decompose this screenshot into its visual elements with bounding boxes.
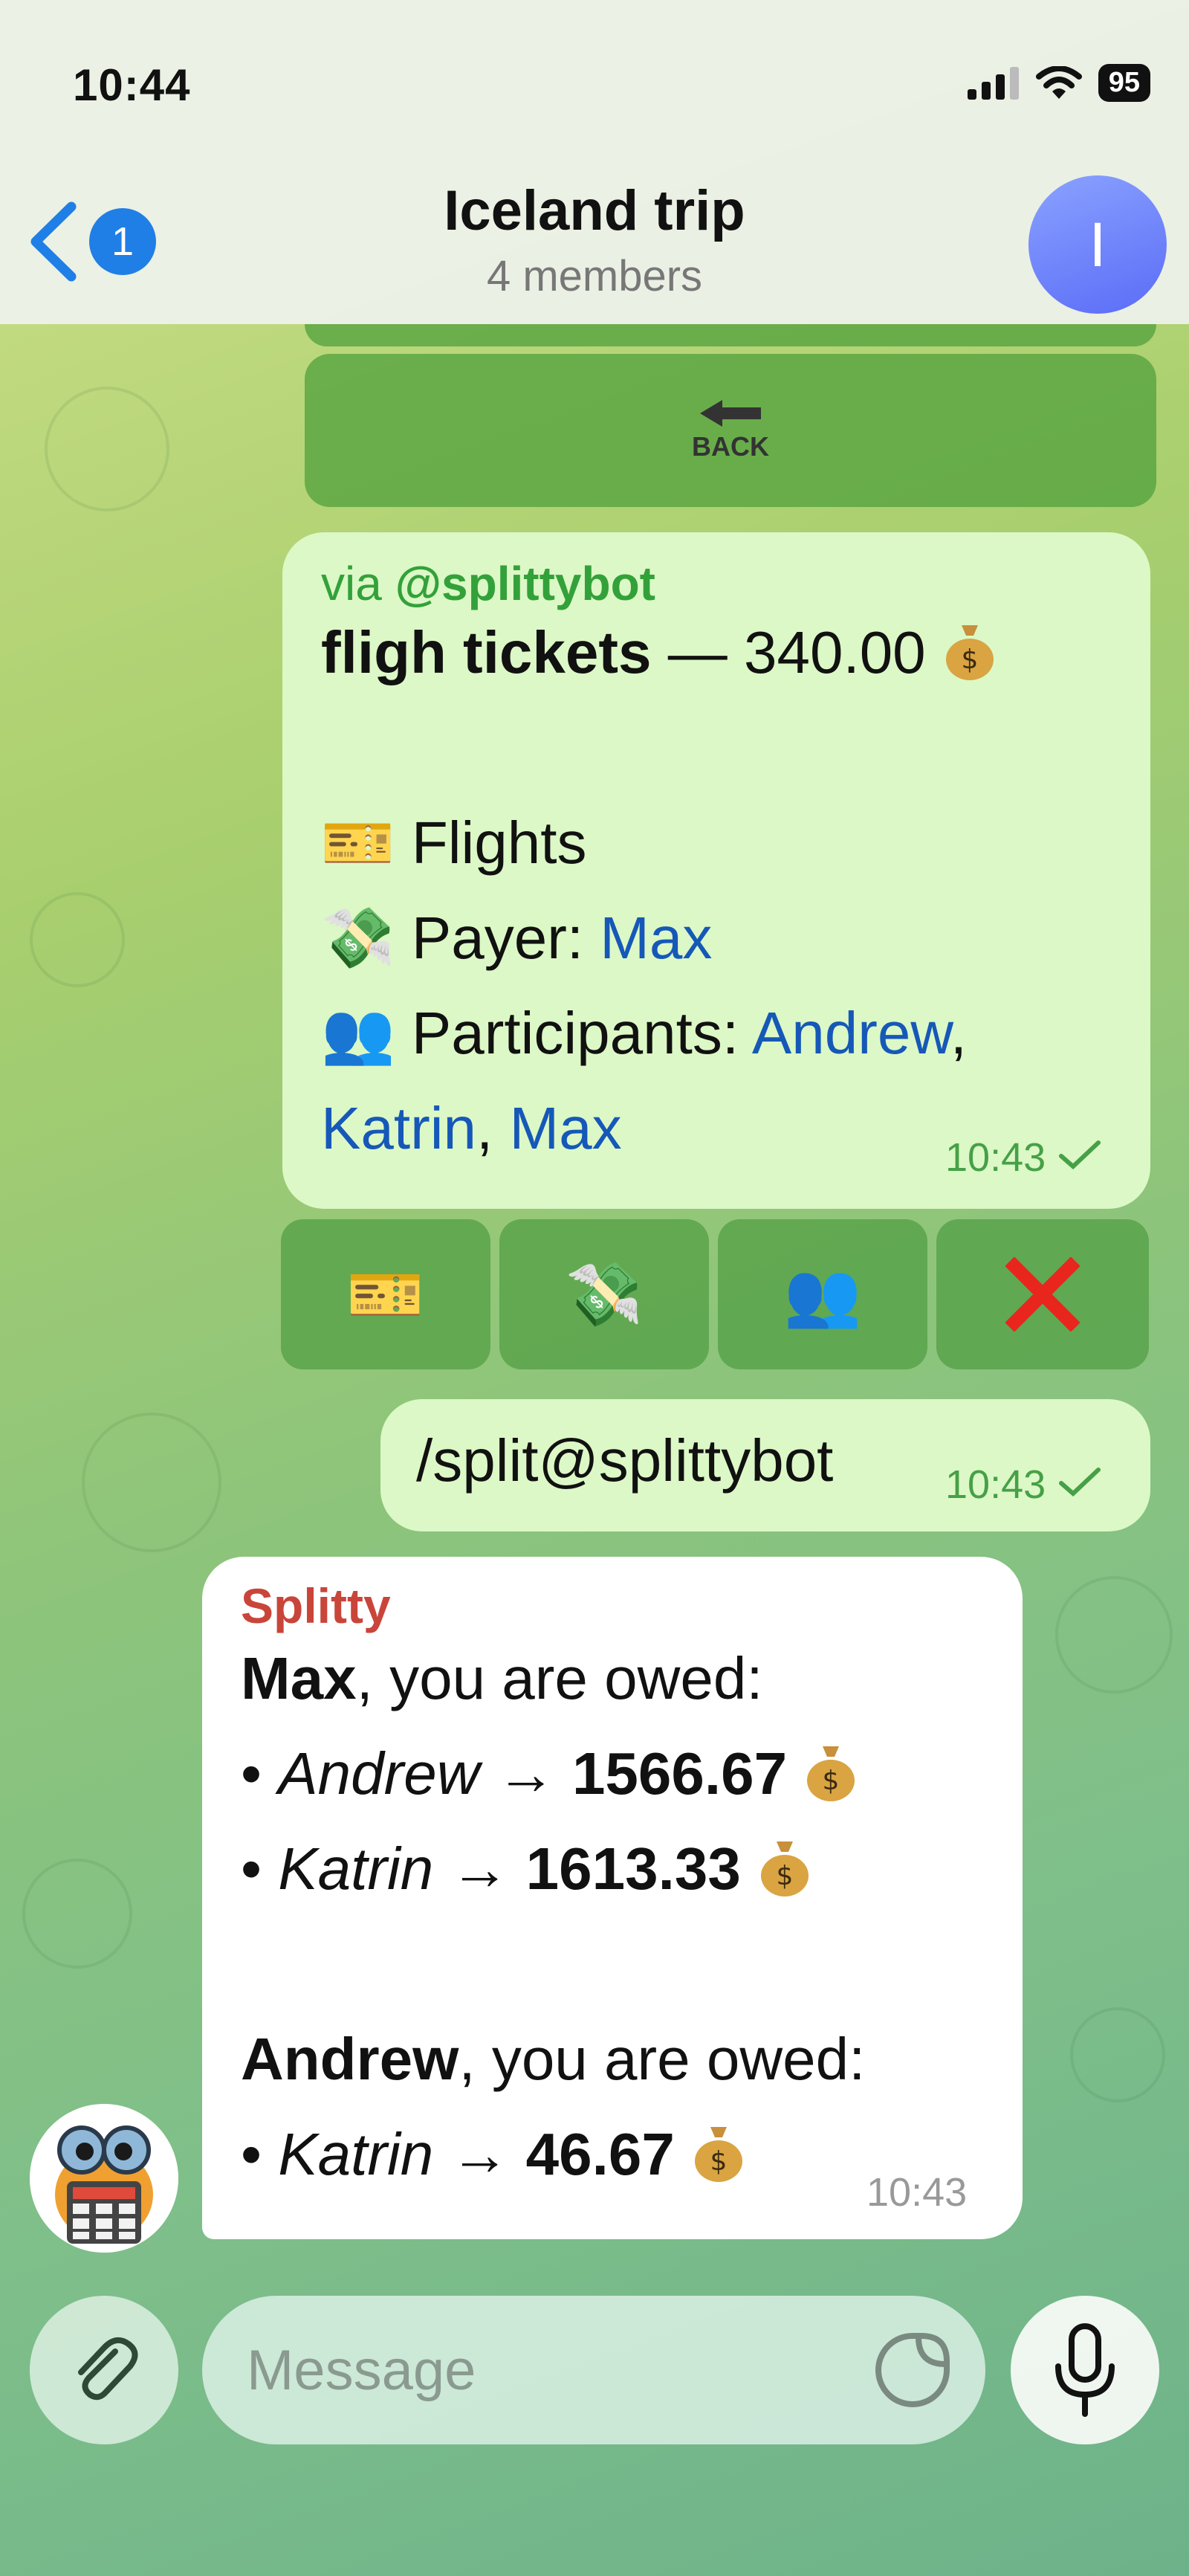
participant-link[interactable]: Andrew xyxy=(752,1000,950,1066)
money-wings-icon: 💸 xyxy=(565,1259,644,1329)
money-wings-icon: 💸 xyxy=(321,905,395,971)
via-prefix: via xyxy=(321,557,395,610)
bot-avatar[interactable] xyxy=(30,2104,178,2253)
edit-category-button[interactable]: 🎫 xyxy=(281,1219,490,1369)
status-bar: 10:44 95 xyxy=(0,0,1189,156)
participant-link[interactable]: Max xyxy=(509,1095,621,1161)
wallpaper-doodle xyxy=(22,1859,132,1969)
via-bot-username[interactable]: @splittybot xyxy=(395,557,655,610)
attach-button[interactable] xyxy=(30,2296,178,2444)
debtor-name: Katrin xyxy=(278,2121,434,2187)
participants-line: 👥 Participants: Andrew, xyxy=(321,1000,967,1066)
money-bag-icon: $ xyxy=(695,2127,743,2182)
paperclip-icon xyxy=(78,2337,138,2401)
svg-text:$: $ xyxy=(961,645,978,675)
owed-text: , you are owed: xyxy=(356,1645,763,1711)
back-arrow-icon xyxy=(700,400,761,427)
debt-line: • Andrew → 1566.67 $ xyxy=(241,1726,1023,1821)
bot-message-time: 10:43 xyxy=(866,2170,968,2215)
category-line: 🎫 Flights xyxy=(321,795,1150,891)
cross-mark-icon xyxy=(1005,1257,1080,1331)
money-bag-icon: $ xyxy=(807,1746,855,1801)
signal-icon xyxy=(967,66,1019,100)
command-message-bubble: /split@splittybot 10:43 xyxy=(380,1399,1150,1531)
chat-member-count: 4 members xyxy=(486,252,703,300)
read-check-icon xyxy=(1059,1140,1101,1170)
splitty-bot-avatar-icon xyxy=(30,2104,178,2253)
microphone-icon xyxy=(1055,2323,1115,2417)
expense-amount: — 340.00 xyxy=(651,619,926,685)
payer-label: Payer: xyxy=(411,905,600,971)
bot-message-bubble: Splitty Max, you are owed: • Andrew → 15… xyxy=(202,1557,1023,2239)
status-time: 10:44 xyxy=(73,60,191,110)
category-label: Flights xyxy=(411,810,587,876)
ticket-icon: 🎫 xyxy=(346,1259,425,1329)
payer-line: 💸 Payer: Max xyxy=(321,891,1150,986)
debt-amount: 1566.67 xyxy=(571,1740,788,1807)
keyboard-back-label: BACK xyxy=(692,431,769,462)
participant-link[interactable]: Katrin xyxy=(321,1095,476,1161)
expense-message-time: 10:43 xyxy=(945,1134,1103,1181)
owed-person: Andrew xyxy=(241,2026,459,2092)
status-icons: 95 xyxy=(967,64,1150,102)
voice-message-button[interactable] xyxy=(1011,2296,1159,2444)
people-icon: 👥 xyxy=(783,1259,862,1329)
debtor-name: Andrew xyxy=(278,1740,480,1807)
money-bag-icon: $ xyxy=(761,1841,809,1897)
debtor-name: Katrin xyxy=(278,1836,434,1902)
wallpaper-doodle xyxy=(82,1413,221,1552)
payer-link[interactable]: Max xyxy=(600,905,712,971)
expense-title: fligh tickets — 340.00 $ xyxy=(321,605,1150,700)
sticker-icon xyxy=(875,2333,950,2407)
wallpaper-doodle xyxy=(45,387,169,511)
via-bot-line: via @splittybot xyxy=(321,556,1150,611)
svg-text:$: $ xyxy=(823,1766,840,1796)
keyboard-button-partial[interactable] xyxy=(305,324,1156,346)
wallpaper-doodle xyxy=(1055,1576,1173,1694)
command-message-time: 10:43 xyxy=(945,1462,1103,1508)
owed-person: Max xyxy=(241,1645,357,1711)
wallpaper-doodle xyxy=(1070,2007,1165,2102)
expense-name: fligh tickets xyxy=(321,619,652,685)
delete-expense-button[interactable] xyxy=(936,1219,1149,1369)
wifi-icon xyxy=(1035,65,1082,99)
owed-heading-1: Max, you are owed: xyxy=(241,1631,1023,1726)
debt-line: • Katrin → 1613.33 $ xyxy=(241,1821,1023,1917)
battery-indicator: 95 xyxy=(1098,64,1150,102)
debt-amount: 46.67 xyxy=(525,2121,675,2187)
time-text: 10:43 xyxy=(945,1135,1046,1180)
owed-text: , you are owed: xyxy=(459,2026,866,2092)
sender-name[interactable]: Splitty xyxy=(241,1578,1023,1634)
edit-participants-button[interactable]: 👥 xyxy=(718,1219,927,1369)
message-input[interactable]: Message xyxy=(202,2296,985,2444)
people-icon: 👥 xyxy=(321,1000,395,1066)
svg-text:$: $ xyxy=(710,2146,728,2177)
time-text: 10:43 xyxy=(945,1462,1046,1507)
edit-payer-button[interactable]: 💸 xyxy=(499,1219,709,1369)
read-check-icon xyxy=(1059,1468,1101,1497)
wallpaper-doodle xyxy=(30,892,125,987)
group-avatar[interactable]: I xyxy=(1028,175,1167,314)
ticket-icon: 🎫 xyxy=(321,810,395,876)
keyboard-back-button[interactable]: BACK xyxy=(305,354,1156,507)
sticker-button[interactable] xyxy=(874,2331,951,2412)
participants-label: Participants: xyxy=(411,1000,752,1066)
debt-amount: 1613.33 xyxy=(525,1836,741,1902)
chat-title[interactable]: Iceland trip xyxy=(0,178,1189,243)
expense-message-bubble: via @splittybot fligh tickets — 340.00 $… xyxy=(282,532,1150,1209)
money-bag-icon: $ xyxy=(945,625,994,680)
owed-heading-2: Andrew, you are owed: xyxy=(241,2012,1023,2107)
svg-text:$: $ xyxy=(777,1861,794,1891)
